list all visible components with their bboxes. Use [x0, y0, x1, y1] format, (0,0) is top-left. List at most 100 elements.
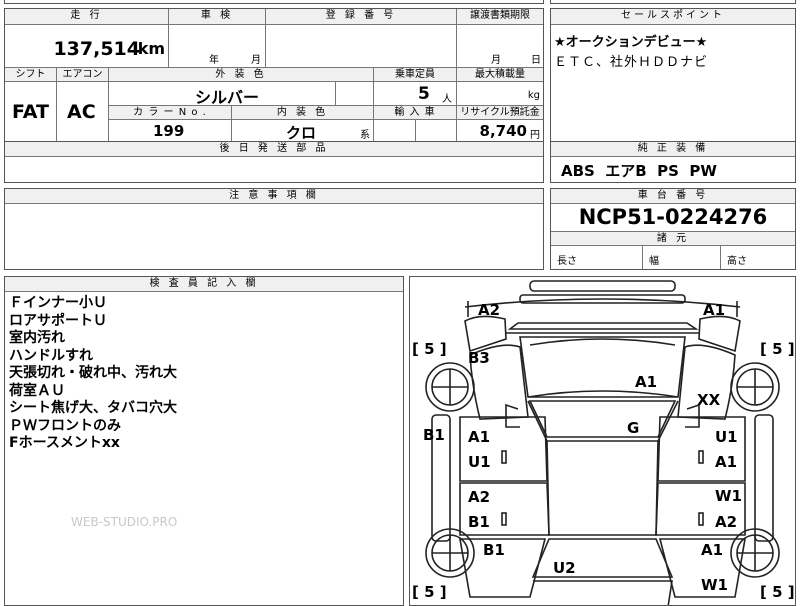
- label-roof: G: [627, 419, 640, 437]
- aircon-value: AC: [67, 101, 96, 123]
- tire-rear-right-grade: [ 5 ]: [760, 583, 795, 601]
- sales-point-box: セールスポイント ★オークションデビュー★ ＥＴＣ、社外ＨＤＤナビ: [550, 8, 796, 142]
- label-left-fender: B3: [468, 349, 490, 367]
- color-no-cell: 199: [109, 120, 232, 141]
- label-right-fender: XX: [697, 391, 721, 409]
- inspector-box: 検 査 員 記 入 欄 Ｆインナー小Ｕ ロアサポートＵ 室内汚れ ハンドルすれ …: [4, 276, 404, 606]
- info-table: 走 行 車 検 登 録 番 号 譲渡書類期限 137,514 km 年 月 月 …: [4, 8, 544, 142]
- width-label: 幅: [649, 256, 659, 267]
- label-right-quarter-top: A1: [701, 541, 724, 559]
- note-line: Fホースメントxx: [9, 435, 120, 451]
- label-rear-right-door-top: W1: [715, 487, 742, 505]
- aircon-cell: AC: [57, 82, 109, 141]
- note-line: 室内汚れ: [9, 330, 65, 346]
- registration-cell: [266, 25, 457, 68]
- mileage-value: 137,514: [53, 38, 140, 60]
- transfer-month-unit: 月: [491, 55, 501, 66]
- note-line: ＰＷフロントのみ: [9, 417, 121, 434]
- color-no-value: 199: [153, 122, 185, 140]
- tire-rear-left-grade: [ 5 ]: [412, 583, 447, 601]
- day-unit: 日: [531, 55, 541, 66]
- capacity-unit: 人: [442, 94, 452, 105]
- chassis-box: 車 台 番 号 NCP51-0224276 諸 元 長さ 幅 高さ: [550, 188, 796, 270]
- import-cell-a: [374, 120, 416, 141]
- interior-header: 内 装 色: [232, 106, 374, 120]
- exterior-value: シルバー: [195, 88, 260, 106]
- tire-front-left-grade: [ 5 ]: [412, 340, 447, 358]
- chassis-value: NCP51-0224276: [578, 205, 768, 229]
- note-line: Ｆインナー小Ｕ: [9, 295, 107, 311]
- inspection-cell: 年 月: [169, 25, 266, 68]
- top-strip: [4, 0, 544, 4]
- chassis-header: 車 台 番 号: [551, 189, 795, 204]
- label-trunk: U2: [553, 559, 576, 577]
- caution-header: 注 意 事 項 欄: [5, 189, 543, 204]
- length-label: 長さ: [557, 256, 577, 267]
- label-right-quarter-bottom: W1: [701, 576, 728, 594]
- sales-point-line1: ★オークションデビュー★: [554, 35, 708, 50]
- later-parts-header: 後 日 発 送 部 品: [5, 142, 543, 157]
- label-hood: A1: [635, 373, 658, 391]
- maxload-header: 最大積載量: [457, 68, 543, 82]
- label-front-right-door-bottom: A1: [715, 453, 738, 471]
- watermark: WEB-STUDIO.PRO: [71, 515, 178, 529]
- inspection-header: 車 検: [169, 9, 266, 25]
- genuine-value: ABS エアB PS PW: [561, 162, 717, 180]
- dims-header: 諸 元: [551, 231, 795, 246]
- sales-point-line2: ＥＴＣ、社外ＨＤＤナビ: [554, 55, 709, 70]
- registration-header: 登 録 番 号: [266, 9, 457, 25]
- sales-point-header: セールスポイント: [551, 9, 795, 25]
- capacity-value: 5: [418, 84, 430, 104]
- caution-box: 注 意 事 項 欄: [4, 188, 544, 270]
- exterior-cell: シルバー: [109, 82, 336, 106]
- import-cell-b: [416, 120, 457, 141]
- color-no-header: カ ラ ー N o .: [109, 106, 232, 120]
- recycle-value: 8,740: [479, 122, 527, 140]
- interior-unit: 系: [360, 130, 370, 141]
- interior-cell: クロ 系: [232, 120, 374, 141]
- mileage-unit: km: [137, 39, 165, 58]
- recycle-unit: 円: [530, 130, 540, 141]
- recycle-cell: 8,740 円: [457, 120, 543, 141]
- genuine-box: 純 正 装 備 ABS エアB PS PW: [550, 141, 796, 183]
- note-line: ハンドルすれ: [9, 347, 93, 364]
- note-line: シート焦げ大、タバコ穴大: [9, 400, 177, 416]
- note-line: 荷室ＡＵ: [9, 382, 65, 399]
- exterior-extra-cell: [336, 82, 374, 106]
- shift-value: FAT: [12, 101, 49, 123]
- note-line: ロアサポートＵ: [9, 312, 107, 329]
- maxload-cell: kg: [457, 82, 543, 106]
- capacity-cell: 5 人: [374, 82, 457, 106]
- transfer-header: 譲渡書類期限: [457, 9, 543, 25]
- aircon-header: エアコン: [57, 68, 109, 82]
- mileage-cell: 137,514 km: [5, 25, 169, 68]
- label-left-quarter: B1: [483, 541, 505, 559]
- inspector-notes: Ｆインナー小Ｕ ロアサポートＵ 室内汚れ ハンドルすれ 天張切れ・破れ中、汚れ大…: [9, 295, 177, 453]
- height-label: 高さ: [727, 256, 747, 267]
- note-line: 天張切れ・破れ中、汚れ大: [9, 365, 177, 381]
- tire-front-right-grade: [ 5 ]: [760, 340, 795, 358]
- label-rear-left-door-top: A2: [468, 488, 491, 506]
- label-front-left-door-bottom: U1: [468, 453, 491, 471]
- label-front-right-door-top: U1: [715, 428, 738, 446]
- genuine-header: 純 正 装 備: [551, 142, 795, 157]
- interior-value: クロ: [286, 124, 317, 141]
- later-parts-box: 後 日 発 送 部 品: [4, 141, 544, 183]
- label-rear-right-door-bottom: A2: [715, 513, 738, 531]
- car-diagram: [ 5 ] [ 5 ] [ 5 ] [ 5 ] A2 A1 B3 A1 XX B…: [409, 276, 796, 606]
- recycle-header: リサイクル預託金: [457, 106, 543, 120]
- width-cell: 幅: [643, 246, 721, 269]
- height-cell: 高さ: [721, 246, 795, 269]
- year-unit: 年: [209, 55, 219, 66]
- label-front-right-corner: A1: [703, 301, 726, 319]
- top-strip-right: [550, 0, 796, 4]
- label-left-sill: B1: [423, 426, 445, 444]
- transfer-cell: 月 日: [457, 25, 543, 68]
- import-header: 輸 入 車: [374, 106, 457, 120]
- capacity-header: 乗車定員: [374, 68, 457, 82]
- label-front-left-corner: A2: [478, 301, 501, 319]
- exterior-header: 外 装 色: [109, 68, 374, 82]
- label-rear-left-door-bottom: B1: [468, 513, 490, 531]
- maxload-unit: kg: [527, 90, 540, 101]
- month-unit: 月: [251, 55, 261, 66]
